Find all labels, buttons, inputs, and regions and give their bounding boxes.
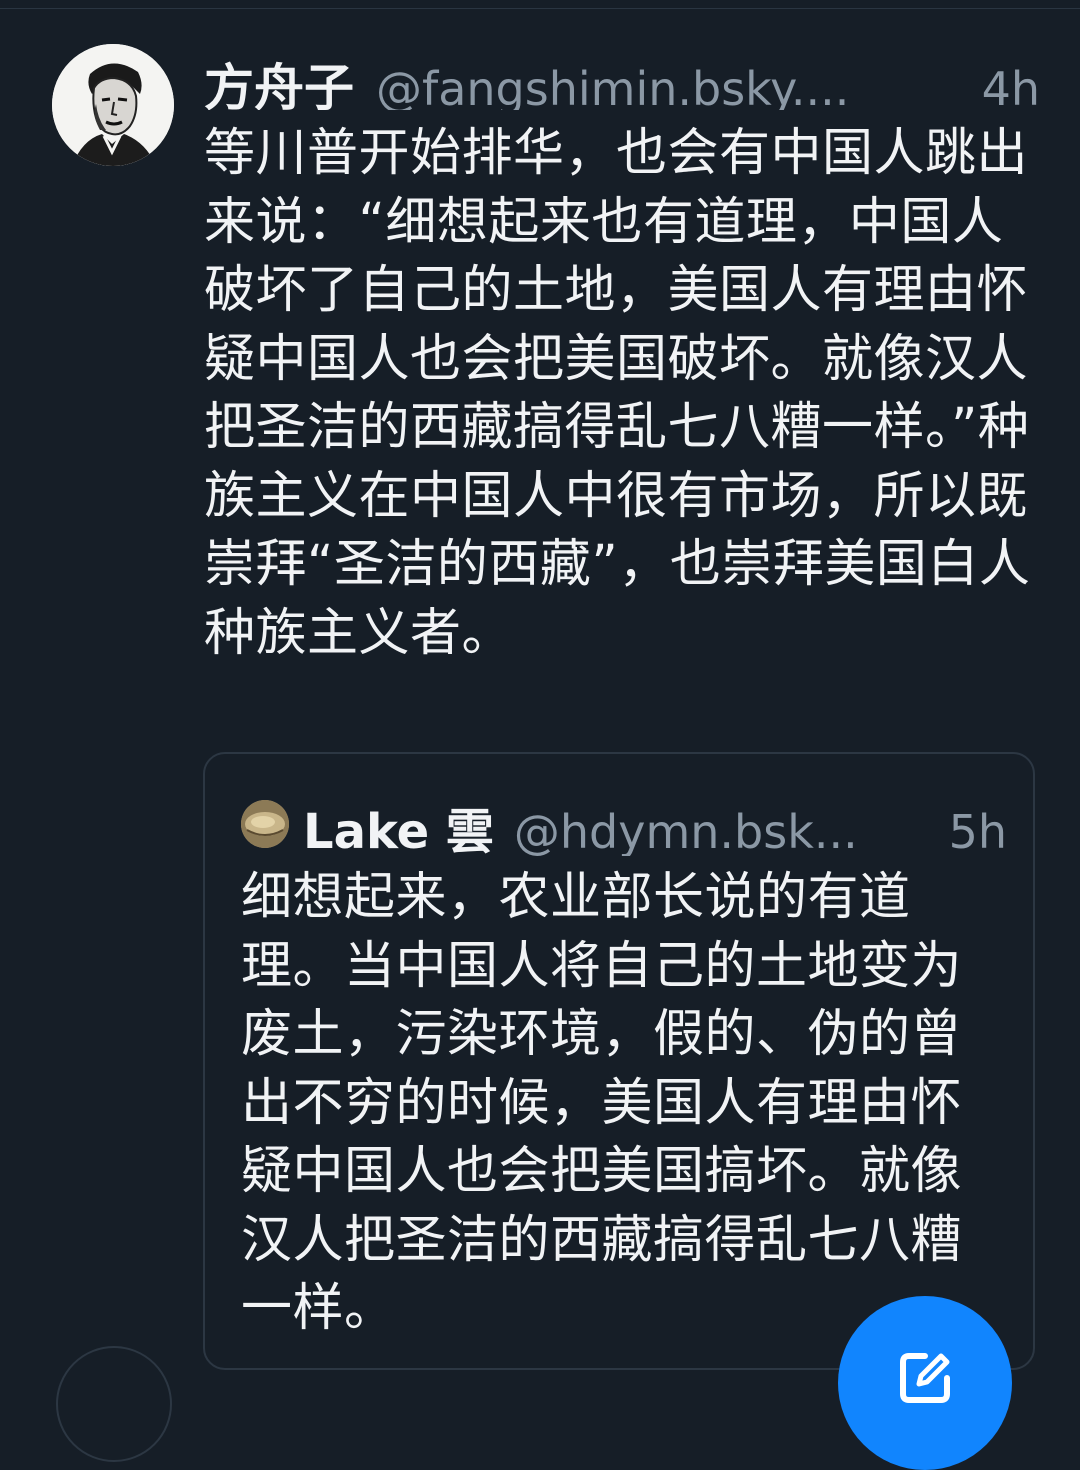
quoted-post-card[interactable]: Lake 雲 @hdymn.bsk... 5h 细想起来，农业部长说的有道理。当… — [203, 752, 1035, 1370]
avatar-portrait-icon — [52, 44, 174, 166]
quote-avatar-image-icon — [241, 800, 289, 848]
quote-text: 细想起来，农业部长说的有道理。当中国人将自己的土地变为废土，污染环境，假的、伪的… — [241, 868, 963, 1338]
compose-icon — [900, 1353, 950, 1403]
author-display-name[interactable]: 方舟子 — [204, 48, 354, 110]
author-handle[interactable]: @fangshimin.bsky.... — [376, 62, 968, 110]
author-avatar[interactable] — [52, 44, 174, 166]
post-timestamp[interactable]: 4h — [982, 62, 1040, 110]
next-post-avatar[interactable] — [56, 1346, 172, 1462]
quote-author-avatar[interactable] — [241, 800, 289, 848]
quote-author-handle: @hdymn.bsk... — [513, 805, 858, 856]
post[interactable]: 方舟子 @fangshimin.bsky.... 4h 等川普开始排华，也会有中… — [0, 0, 1080, 1470]
post-text: 等川普开始排华，也会有中国人跳出来说：“细想起来也有道理，中国人破坏了自己的土地… — [204, 124, 1031, 663]
quote-header: Lake 雲 @hdymn.bsk... 5h — [303, 792, 1007, 856]
quote-timestamp: 5h — [948, 805, 1007, 856]
compose-button[interactable] — [838, 1296, 1012, 1470]
quote-author-display-name: Lake 雲 — [303, 804, 494, 856]
post-header: 方舟子 @fangshimin.bsky.... 4h — [204, 48, 1040, 110]
